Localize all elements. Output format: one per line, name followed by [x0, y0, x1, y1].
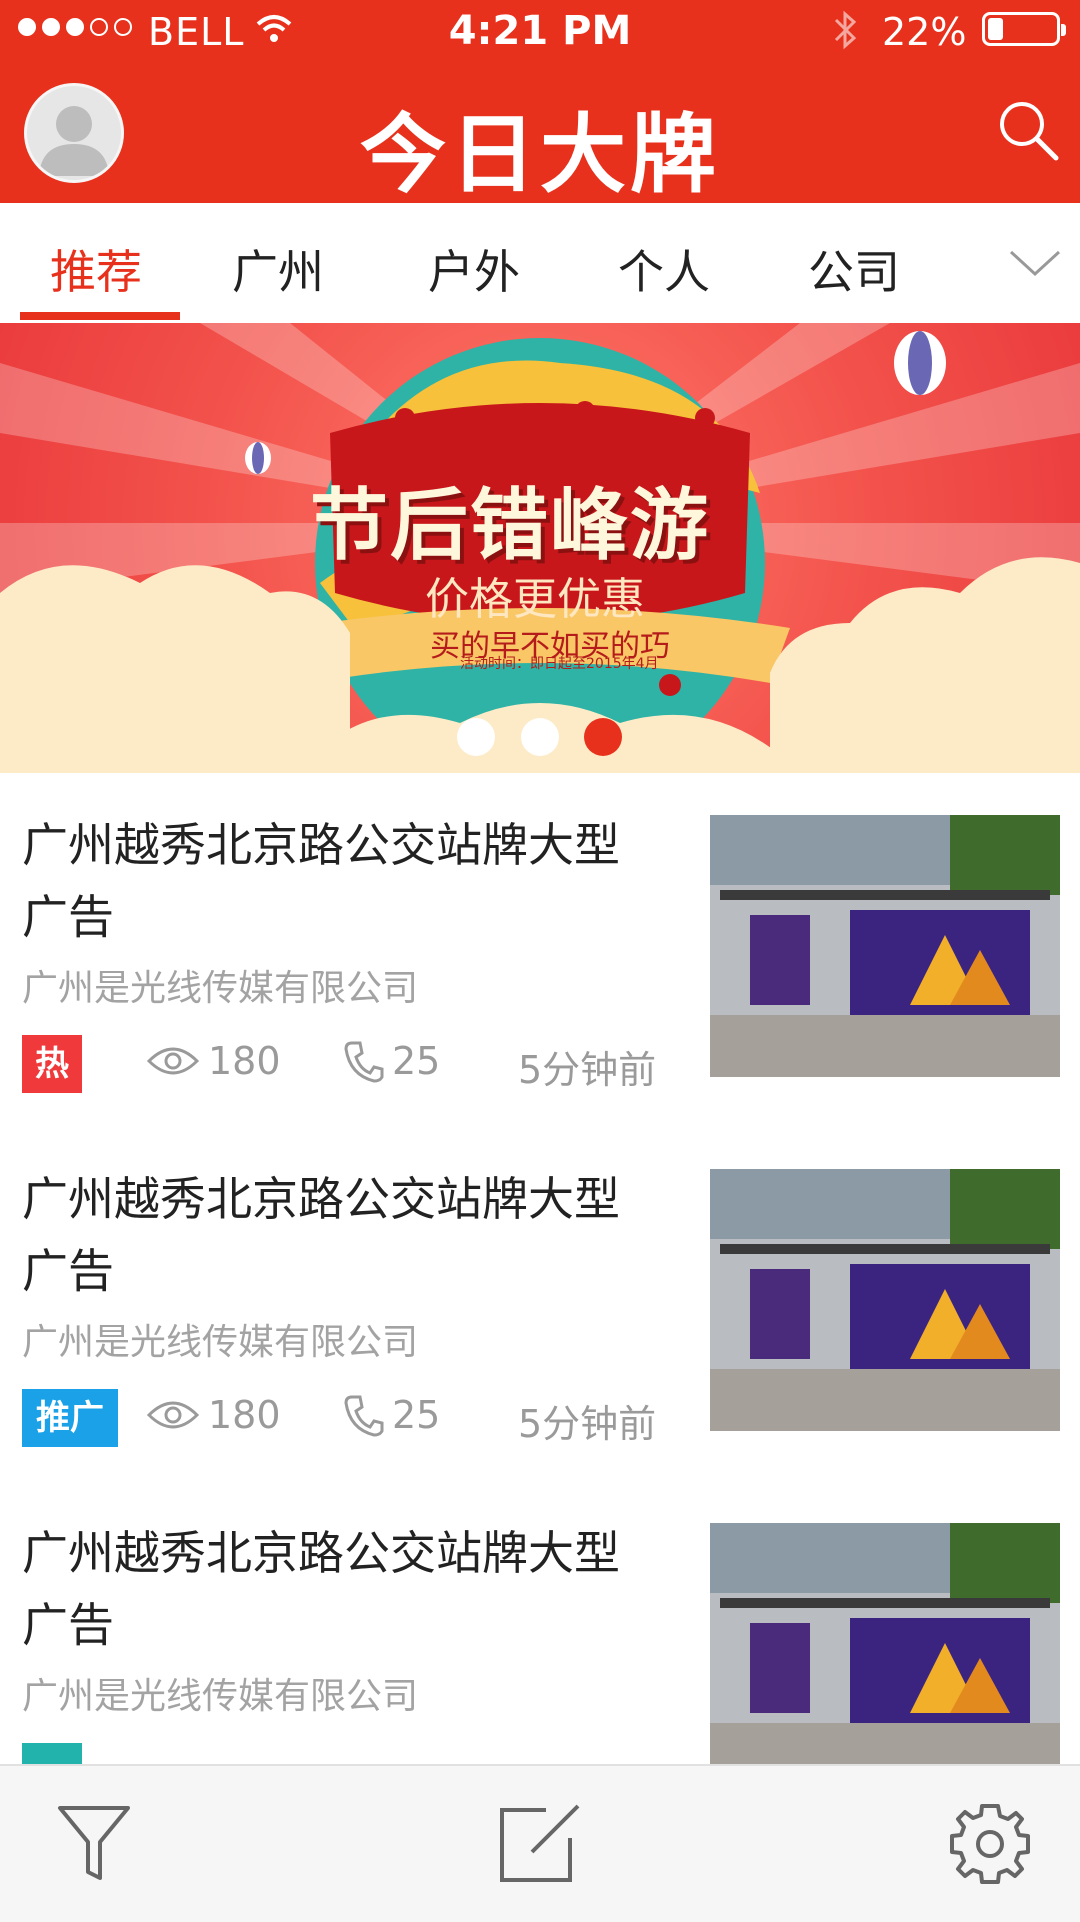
call-count: 25 [344, 1393, 440, 1437]
bluetooth-icon [834, 10, 857, 50]
item-title: 广州越秀北京路公交站牌大型广告 [22, 1172, 620, 1298]
carousel-dot[interactable] [521, 718, 559, 756]
tab-outdoor[interactable]: 户外 [428, 236, 520, 302]
chevron-down-icon[interactable] [1008, 248, 1062, 278]
list-item[interactable]: 广州越秀北京路公交站牌大型广告 广州是光线传媒有限公司 热 180 25 5分钟… [0, 773, 1080, 1129]
settings-icon[interactable] [948, 1802, 1032, 1886]
phone-icon [344, 1395, 384, 1437]
call-count-value: 25 [392, 1039, 441, 1083]
tab-company[interactable]: 公司 [808, 236, 900, 302]
ad-thumbnail [710, 1169, 1060, 1431]
tab-personal[interactable]: 个人 [618, 236, 710, 302]
app-logo: 今日大牌 [360, 105, 720, 205]
banner-title: 节后错峰游 [310, 481, 711, 571]
tab-recommend[interactable]: 推荐 [50, 236, 142, 302]
carousel-dot[interactable] [457, 718, 495, 756]
tab-guangzhou[interactable]: 广州 [232, 236, 324, 302]
view-count-value: 180 [208, 1039, 281, 1083]
list-item[interactable]: 广州越秀北京路公交站牌大型广告 广州是光线传媒有限公司 推广 180 25 5分… [0, 1127, 1080, 1483]
banner-subtitle: 价格更优惠 [425, 574, 645, 625]
view-count: 180 [146, 1393, 281, 1437]
edit-icon[interactable] [496, 1802, 584, 1886]
hot-badge: 热 [22, 1035, 82, 1093]
bottom-toolbar [0, 1764, 1080, 1922]
eye-icon [146, 1047, 200, 1075]
promo-badge: 推广 [22, 1389, 118, 1447]
battery-percent: 22% [882, 10, 967, 54]
eye-icon [146, 1401, 200, 1429]
filter-icon[interactable] [56, 1802, 132, 1882]
carousel-dot-active[interactable] [584, 718, 622, 756]
call-count-value: 25 [392, 1393, 441, 1437]
item-title: 广州越秀北京路公交站牌大型广告 [22, 1526, 620, 1652]
post-time: 5分钟前 [518, 1402, 657, 1446]
call-count: 25 [344, 1039, 440, 1083]
item-company: 广州是光线传媒有限公司 [22, 968, 419, 1009]
post-time: 5分钟前 [518, 1048, 657, 1092]
banner-period: 活动时间：即日起至2015年4月 [460, 656, 659, 672]
search-icon[interactable] [996, 98, 1060, 162]
item-company: 广州是光线传媒有限公司 [22, 1322, 419, 1363]
phone-icon [344, 1041, 384, 1083]
status-bar: BELL 4:21 PM 22% [0, 0, 1080, 60]
app-header: BELL 4:21 PM 22% 今日大牌 [0, 0, 1080, 205]
view-count: 180 [146, 1039, 281, 1083]
promo-banner[interactable]: 节后错峰游 价格更优惠 买的早不如买的巧 活动时间：即日起至2015年4月 [0, 323, 1080, 773]
view-count-value: 180 [208, 1393, 281, 1437]
item-company: 广州是光线传媒有限公司 [22, 1676, 419, 1717]
ad-thumbnail [710, 815, 1060, 1077]
category-tabs [0, 203, 1080, 324]
item-title: 广州越秀北京路公交站牌大型广告 [22, 818, 620, 944]
ad-thumbnail [710, 1523, 1060, 1785]
tab-underline [20, 312, 180, 320]
battery-icon [982, 12, 1066, 46]
